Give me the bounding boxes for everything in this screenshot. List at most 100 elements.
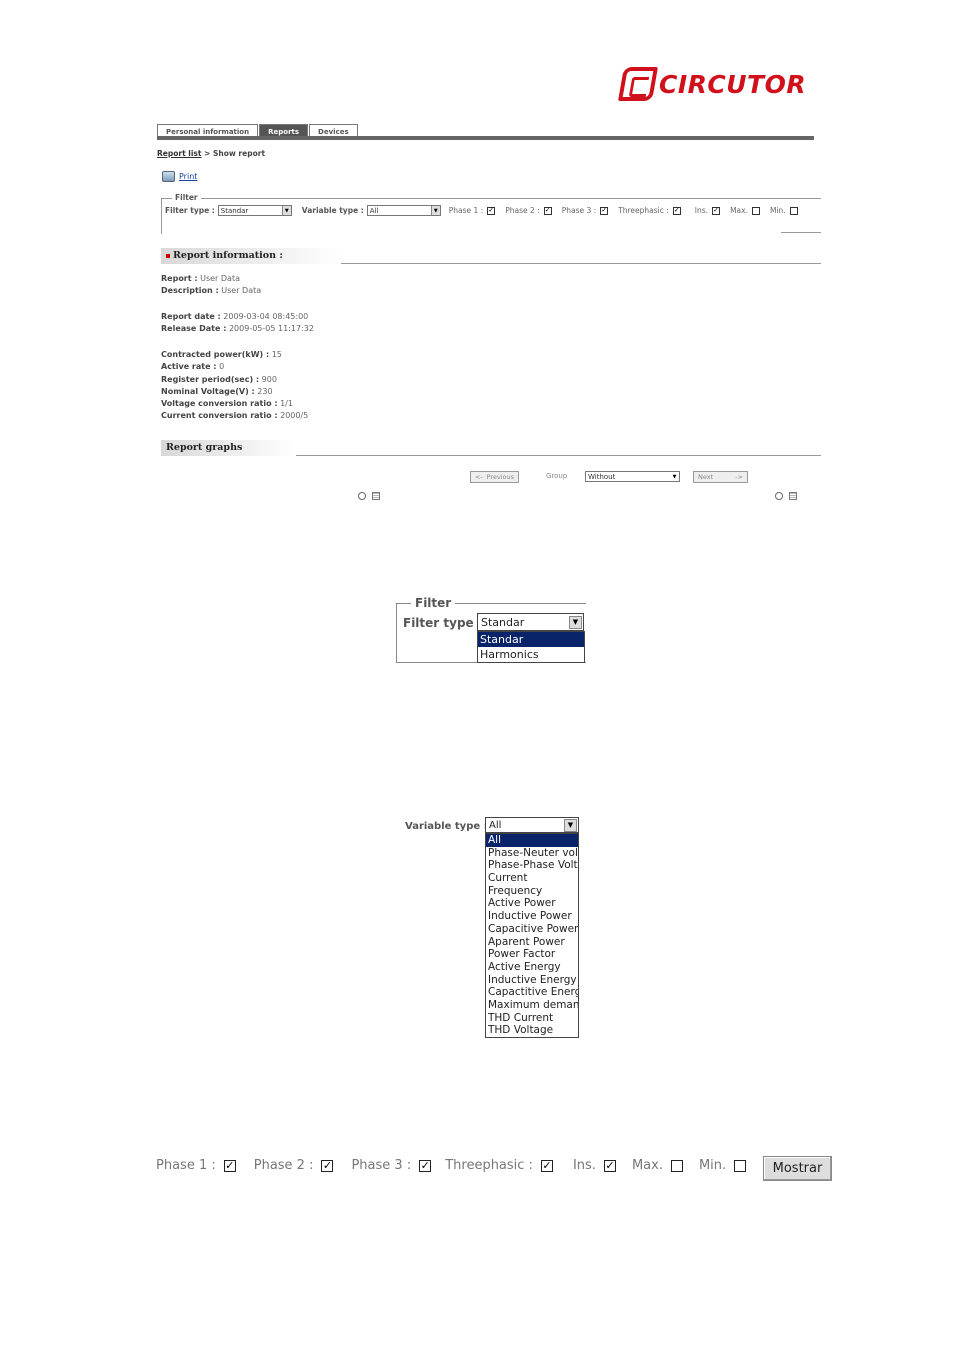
variable-type-option[interactable]: Phase-Neuter voltag (486, 847, 578, 860)
chevron-down-icon[interactable]: ▼ (281, 206, 291, 215)
table-icon[interactable] (372, 492, 380, 500)
filter-zoom-label: Filter type : (403, 616, 483, 630)
previous-label: Previous (486, 473, 514, 481)
next-glyph: -> (735, 473, 743, 481)
chevron-down-icon[interactable]: ▼ (564, 818, 577, 832)
description-label: Description : (161, 286, 219, 296)
graph-left-tools (358, 492, 380, 500)
phase2-zoom-label: Phase 2 : (253, 1158, 314, 1173)
brand-name: CIRCUTOR (659, 69, 807, 99)
variable-type-option[interactable]: Capacitive Power (486, 923, 578, 936)
max-checkbox[interactable] (751, 206, 760, 215)
report-date-label: Report date : (161, 312, 221, 321)
phase2-checkbox[interactable]: ✓ (543, 206, 552, 215)
breadcrumb-report-list-link[interactable]: Report list (157, 149, 201, 158)
variable-type-option[interactable]: THD Voltage (486, 1024, 578, 1037)
phase2-label: Phase 2 : (505, 206, 540, 215)
variable-type-option[interactable]: Capactitive Energy (486, 986, 578, 999)
report-graphs-heading: Report graphs (166, 442, 243, 453)
next-label: Next (698, 473, 714, 481)
filter-fieldset-tail (781, 232, 821, 233)
filter-zoom-value: Standar (481, 615, 525, 629)
threephasic-checkbox[interactable]: ✓ (672, 206, 681, 215)
report-info-block-3: Contracted power(kW) : 15 Active rate : … (161, 350, 308, 424)
min-checkbox[interactable] (789, 206, 798, 215)
phase1-zoom-label: Phase 1 : (156, 1158, 216, 1173)
min-zoom-label: Min. (698, 1158, 727, 1173)
breadcrumb: Report list > Show report (157, 149, 265, 158)
variable-type-option[interactable]: Active Energy (486, 961, 578, 974)
chevron-down-icon[interactable]: ▼ (569, 615, 582, 629)
breadcrumb-current: Show report (213, 149, 266, 158)
print-link[interactable]: Print (179, 172, 197, 181)
filter-row: Filter type : Standar ▼ Variable type : … (165, 205, 798, 216)
next-button[interactable]: Next -> (693, 471, 748, 483)
variable-type-option[interactable]: Current (486, 872, 578, 885)
filter-type-value: Standar (220, 206, 249, 215)
phase1-checkbox[interactable]: ✓ (487, 206, 496, 215)
ins-checkbox[interactable]: ✓ (712, 206, 721, 215)
variable-type-option[interactable]: Aparent Power (486, 936, 578, 949)
printer-icon[interactable] (162, 171, 175, 182)
bullet-icon (166, 253, 170, 258)
min-zoom-checkbox[interactable] (734, 1159, 747, 1172)
group-select[interactable]: Without ▼ (585, 471, 680, 482)
variable-type-value: All (369, 206, 379, 215)
threephasic-zoom-checkbox[interactable]: ✓ (540, 1159, 553, 1172)
phase-zoom-row: Phase 1 : ✓ Phase 2 : ✓ Phase 3 : ✓ Thre… (156, 1158, 747, 1173)
filter-type-option[interactable]: Standar (478, 632, 584, 647)
variable-type-option[interactable]: All (486, 834, 578, 847)
tabs-divider (157, 136, 814, 140)
register-period-label: Register period(sec) : (161, 374, 260, 384)
variable-zoom-select[interactable]: All ▼ (485, 817, 579, 833)
show-button[interactable]: Mostrar (763, 1156, 832, 1181)
chevron-down-icon[interactable]: ▼ (670, 472, 679, 481)
variable-type-option[interactable]: Frequency (486, 885, 578, 898)
previous-button[interactable]: <- Previous (470, 471, 519, 483)
phase3-checkbox[interactable]: ✓ (600, 206, 609, 215)
variable-type-option[interactable]: Active Power (486, 897, 578, 910)
min-label: Min. (769, 206, 786, 215)
ins-zoom-checkbox[interactable]: ✓ (603, 1159, 616, 1172)
print-action[interactable]: Print (162, 171, 197, 182)
max-zoom-label: Max. (631, 1158, 663, 1173)
table-icon[interactable] (789, 492, 797, 500)
filter-type-label: Filter type : (165, 206, 215, 215)
variable-type-option[interactable]: Inductive Power (486, 910, 578, 923)
threephasic-label: Threephasic : (618, 206, 669, 215)
zoom-icon[interactable] (358, 492, 366, 500)
variable-type-option[interactable]: Power Factor (486, 948, 578, 961)
filter-zoom-select[interactable]: Standar ▼ (477, 613, 584, 631)
active-rate-value: 0 (219, 362, 225, 372)
graph-right-tools (775, 492, 797, 500)
phase2-zoom-checkbox[interactable]: ✓ (321, 1159, 334, 1172)
phase1-label: Phase 1 : (448, 206, 484, 215)
contracted-power-label: Contracted power(kW) : (161, 350, 270, 359)
phase3-zoom-checkbox[interactable]: ✓ (419, 1159, 432, 1172)
variable-type-option[interactable]: Inductive Energy (486, 974, 578, 987)
filter-type-select[interactable]: Standar ▼ (217, 205, 292, 216)
variable-type-option[interactable]: Phase-Phase Voltag (486, 859, 578, 872)
variable-type-select[interactable]: All ▼ (366, 205, 441, 216)
max-zoom-checkbox[interactable] (670, 1159, 683, 1172)
circutor-logo-icon (618, 67, 658, 101)
report-graphs-header: Report graphs (161, 440, 821, 456)
phase3-label: Phase 3 : (561, 206, 597, 215)
phase1-zoom-checkbox[interactable]: ✓ (223, 1159, 236, 1172)
circutor-logo: CIRCUTOR (618, 66, 807, 102)
chevron-down-icon[interactable]: ▼ (430, 206, 440, 215)
register-period-value: 900 (261, 374, 277, 384)
variable-type-option[interactable]: Maximum demand (486, 999, 578, 1012)
threephasic-zoom-label: Threephasic : (445, 1158, 533, 1173)
active-rate-label: Active rate : (161, 362, 217, 372)
filter-type-option[interactable]: Harmonics (478, 647, 584, 662)
nominal-voltage-value: 230 (257, 386, 273, 396)
variable-type-options: All Phase-Neuter voltag Phase-Phase Volt… (485, 833, 579, 1038)
filter-zoom-legend: Filter (411, 596, 456, 610)
report-info-block-2: Report date : 2009-03-04 08:45:00 Releas… (161, 312, 314, 337)
variable-type-option[interactable]: THD Current (486, 1012, 578, 1025)
variable-zoom-value: All (489, 819, 502, 831)
zoom-icon[interactable] (775, 492, 783, 500)
current-ratio-label: Current conversion ratio : (161, 411, 278, 421)
report-label: Report : (161, 274, 198, 283)
